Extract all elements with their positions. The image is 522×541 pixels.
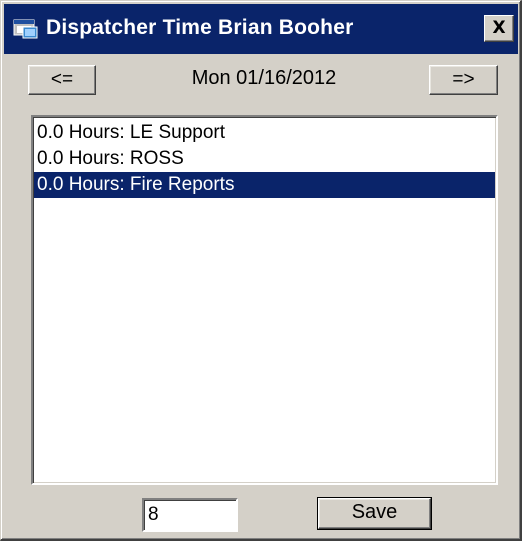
hours-input[interactable] — [142, 498, 238, 532]
save-button[interactable]: Save — [317, 497, 432, 530]
hours-listbox[interactable]: 0.0 Hours: LE Support 0.0 Hours: ROSS 0.… — [31, 115, 498, 485]
current-date-label: Mon 01/16/2012 — [191, 67, 337, 89]
list-item[interactable]: 0.0 Hours: ROSS — [34, 146, 495, 172]
listbox-items: 0.0 Hours: LE Support 0.0 Hours: ROSS 0.… — [33, 117, 496, 198]
window-app-icon — [12, 17, 40, 41]
close-icon: X — [492, 18, 506, 38]
next-day-button[interactable]: => — [429, 65, 498, 95]
list-item-selected[interactable]: 0.0 Hours: Fire Reports — [34, 172, 495, 198]
previous-day-button[interactable]: <= — [28, 65, 96, 95]
title-bar[interactable]: Dispatcher Time Brian Booher X — [4, 4, 518, 54]
close-button[interactable]: X — [484, 15, 514, 42]
list-item[interactable]: 0.0 Hours: LE Support — [34, 120, 495, 146]
dispatcher-time-window: Dispatcher Time Brian Booher X <= Mon 01… — [0, 0, 522, 541]
window-title: Dispatcher Time Brian Booher — [46, 16, 354, 39]
